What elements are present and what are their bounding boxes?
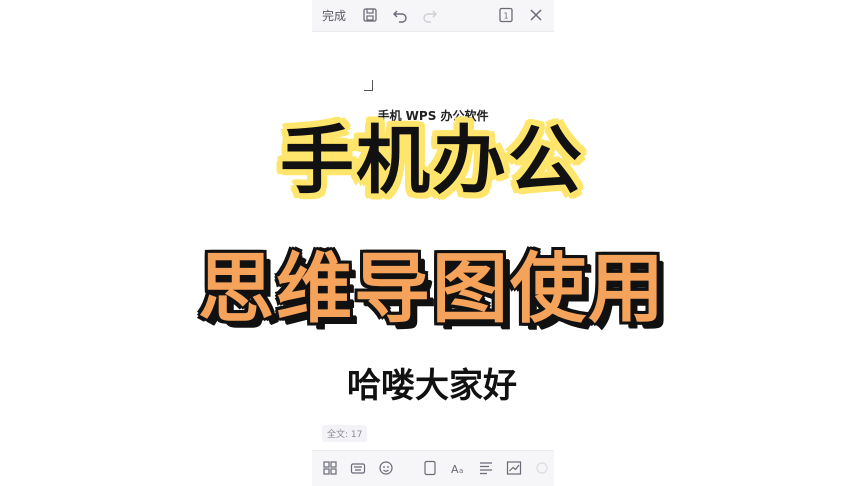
page-layout-icon[interactable] xyxy=(422,460,438,476)
close-icon[interactable] xyxy=(528,7,544,23)
font-icon[interactable]: Aa xyxy=(450,460,466,476)
word-count-badge: 全文: 17 xyxy=(322,425,368,442)
apps-icon[interactable] xyxy=(322,460,338,476)
undo-icon[interactable] xyxy=(392,7,408,23)
page-icon[interactable]: 1 xyxy=(498,7,514,23)
caption-mobile-office: 手机办公 xyxy=(280,118,584,204)
chart-icon[interactable] xyxy=(506,460,522,476)
bottom-toolbar: Aa xyxy=(312,450,554,486)
redo-icon[interactable] xyxy=(422,7,438,23)
keyboard-icon[interactable] xyxy=(350,460,366,476)
svg-text:a: a xyxy=(459,467,463,475)
phone-screen: 完成 1 手机 WPS 办公软件 系 全文: 17 A a xyxy=(312,0,554,486)
margin-corner-mark xyxy=(364,80,373,91)
more-icon[interactable] xyxy=(534,460,550,476)
caption-greeting: 哈喽大家好 xyxy=(347,366,517,406)
top-toolbar: 完成 1 xyxy=(312,0,554,32)
align-icon[interactable] xyxy=(478,460,494,476)
save-icon[interactable] xyxy=(362,7,378,23)
caption-mindmap-usage: 思维导图使用 xyxy=(198,244,666,333)
page-number: 1 xyxy=(503,12,508,21)
emoji-icon[interactable] xyxy=(378,460,394,476)
svg-text:A: A xyxy=(451,463,459,476)
done-button[interactable]: 完成 xyxy=(322,7,346,24)
video-frame: 完成 1 手机 WPS 办公软件 系 全文: 17 A a 手机办公 思维导图使… xyxy=(0,0,864,486)
